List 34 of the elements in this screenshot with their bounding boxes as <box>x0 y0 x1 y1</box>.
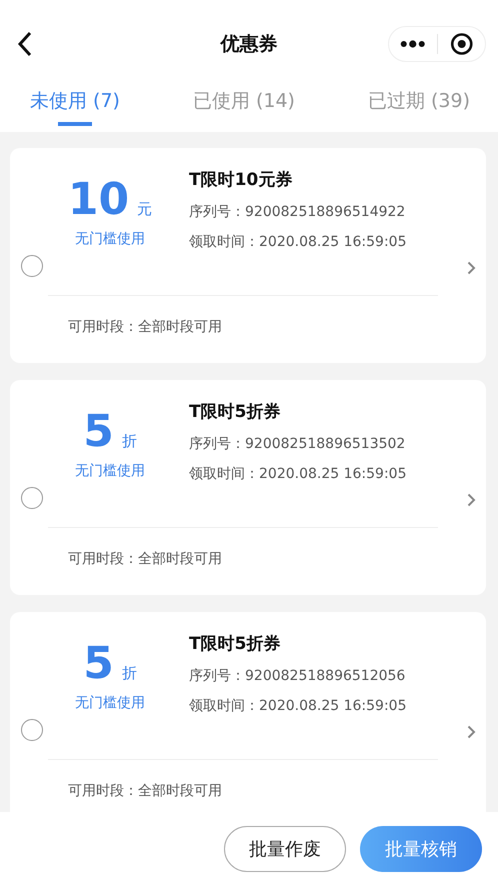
usage-period: 可用时段：全部时段可用 <box>68 782 223 800</box>
coupon-amount: 5 <box>83 410 114 454</box>
coupon-amount: 10 <box>68 178 130 222</box>
page-title: 优惠券 <box>220 32 278 57</box>
coupon-title: T限时10元券 <box>189 169 294 191</box>
radio-button[interactable] <box>21 255 43 277</box>
coupon-title: T限时5折券 <box>189 401 282 423</box>
coupon-card[interactable]: 5 折 无门槛使用 T限时5折券 序列号：920082518896512056 领取时间：2020.08.25 16:59:05 可用时段：全部时段可用 <box>10 612 486 812</box>
tab[interactable]: 未使用 (7) <box>30 88 120 132</box>
received-time: 领取时间：2020.08.25 16:59:05 <box>189 697 408 715</box>
received-time: 领取时间：2020.08.25 16:59:05 <box>189 465 408 483</box>
chevron-right-icon[interactable] <box>467 725 476 739</box>
chevron-right-icon[interactable] <box>467 493 476 507</box>
serial-number: 序列号：920082518896513502 <box>189 435 406 453</box>
coupon-unit: 折 <box>122 432 137 451</box>
coupon-unit: 元 <box>137 200 152 219</box>
radio-button[interactable] <box>21 719 43 741</box>
coupon-card[interactable]: 10 元 无门槛使用 T限时10元券 序列号：920082518896514922 领取时间：2020.08.25 16:59:05 可用时段：全部时段可用 <box>10 148 486 363</box>
coupon-condition: 无门槛使用 <box>75 694 145 712</box>
coupon-condition: 无门槛使用 <box>75 462 145 480</box>
coupon-amount: 5 <box>83 642 114 686</box>
batch-button[interactable]: 批量作废 <box>224 826 346 872</box>
coupon-unit: 折 <box>122 664 137 683</box>
coupon-condition: 无门槛使用 <box>75 230 145 248</box>
coupon-card[interactable]: 5 折 无门槛使用 T限时5折券 序列号：920082518896513502 领取时间：2020.08.25 16:59:05 可用时段：全部时段可用 <box>10 380 486 595</box>
coupon-title: T限时5折券 <box>189 633 282 655</box>
received-time: 领取时间：2020.08.25 16:59:05 <box>189 233 408 251</box>
back-icon[interactable] <box>16 31 34 57</box>
serial-number: 序列号：920082518896512056 <box>189 667 406 685</box>
usage-period: 可用时段：全部时段可用 <box>68 550 223 568</box>
serial-number: 序列号：920082518896514922 <box>189 203 406 221</box>
radio-button[interactable] <box>21 487 43 509</box>
chevron-right-icon[interactable] <box>467 261 476 275</box>
usage-period: 可用时段：全部时段可用 <box>68 318 223 336</box>
